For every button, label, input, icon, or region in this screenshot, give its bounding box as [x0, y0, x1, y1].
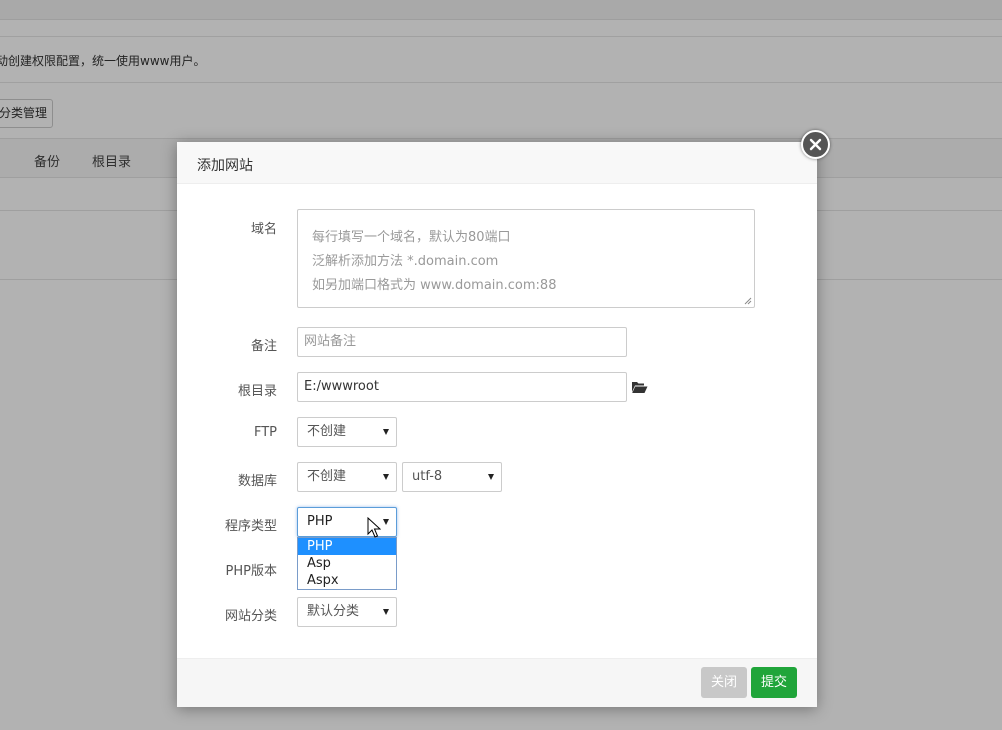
category-select-value: 默认分类 [307, 604, 360, 619]
dialog-close-icon-button[interactable] [801, 130, 830, 159]
domain-placeholder-line: 泛解析添加方法 *.domain.com [312, 254, 499, 269]
submit-button[interactable]: 提交 [751, 667, 798, 698]
domain-placeholder-line: 如另加端口格式为 www.domain.com:88 [312, 278, 557, 293]
charset-select-value: utf-8 [412, 469, 443, 484]
program-type-dropdown: PHP Asp Aspx [297, 537, 397, 590]
close-icon [809, 138, 822, 151]
domain-label: 域名 [250, 222, 277, 237]
program-type-option-asp[interactable]: Asp [298, 555, 396, 572]
dialog-title: 添加网站 [197, 158, 253, 174]
remark-label: 备注 [250, 339, 277, 354]
ftp-select-value: 不创建 [307, 424, 347, 439]
chevron-down-icon [383, 474, 389, 480]
program-type-label: 程序类型 [224, 519, 277, 534]
chevron-down-icon [383, 429, 389, 435]
category-label: 网站分类 [224, 609, 277, 624]
category-select[interactable]: 默认分类 [297, 597, 397, 627]
database-select[interactable]: 不创建 [297, 462, 397, 492]
domain-placeholder-line: 每行填写一个域名，默认为80端口 [312, 230, 511, 245]
program-type-select[interactable]: PHP [297, 507, 397, 537]
remark-input[interactable]: 网站备注 [297, 327, 627, 357]
charset-select[interactable]: utf-8 [402, 462, 502, 492]
program-type-option-aspx[interactable]: Aspx [298, 572, 396, 589]
database-select-value: 不创建 [307, 469, 347, 484]
dialog-footer: 关闭 提交 [177, 658, 817, 707]
folder-open-icon[interactable] [631, 381, 648, 394]
resize-handle-icon[interactable] [744, 297, 752, 305]
root-input[interactable]: E:/wwwroot [297, 372, 627, 402]
program-type-option-php[interactable]: PHP [298, 538, 396, 555]
chevron-down-icon [383, 519, 389, 525]
php-version-label: PHP版本 [225, 564, 277, 579]
root-label: 根目录 [237, 384, 277, 399]
chevron-down-icon [383, 609, 389, 615]
ftp-select[interactable]: 不创建 [297, 417, 397, 447]
chevron-down-icon [488, 474, 494, 480]
domain-textarea[interactable]: 每行填写一个域名，默认为80端口 泛解析添加方法 *.domain.com 如另… [297, 209, 755, 308]
dialog-header: 添加网站 [177, 142, 817, 184]
ftp-label: FTP [253, 425, 277, 440]
mouse-cursor-icon [367, 517, 381, 538]
close-button[interactable]: 关闭 [701, 667, 748, 698]
database-label: 数据库 [237, 474, 277, 489]
program-type-select-value: PHP [307, 514, 333, 529]
